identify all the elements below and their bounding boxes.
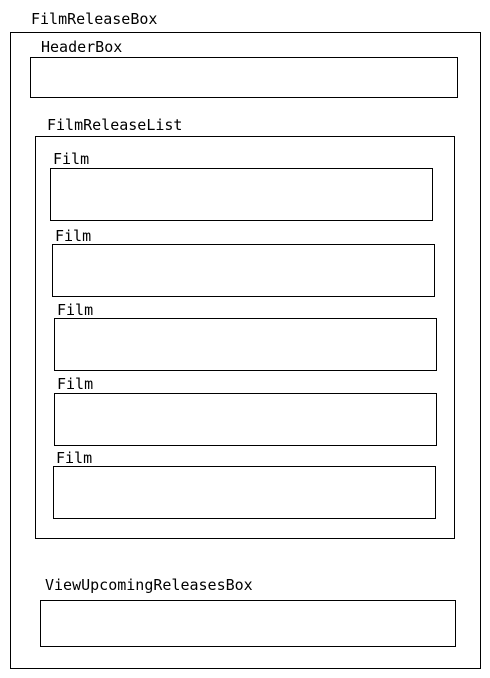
film-release-box-label: FilmReleaseBox (31, 10, 158, 28)
film-item-label: Film (55, 227, 92, 245)
film-item-label: Film (56, 449, 93, 467)
film-item-label: Film (57, 301, 94, 319)
film-item-box (53, 466, 436, 519)
header-box (30, 57, 458, 98)
view-upcoming-releases-box-label: ViewUpcomingReleasesBox (45, 576, 253, 594)
film-item-box (50, 168, 433, 221)
film-release-list-label: FilmReleaseList (47, 116, 183, 134)
view-upcoming-releases-box (40, 600, 456, 647)
film-item-label: Film (53, 150, 90, 168)
film-item-box (54, 318, 437, 371)
film-item-box (52, 244, 435, 297)
film-item-label: Film (57, 375, 94, 393)
film-item-box (54, 393, 437, 446)
header-box-label: HeaderBox (41, 38, 123, 56)
